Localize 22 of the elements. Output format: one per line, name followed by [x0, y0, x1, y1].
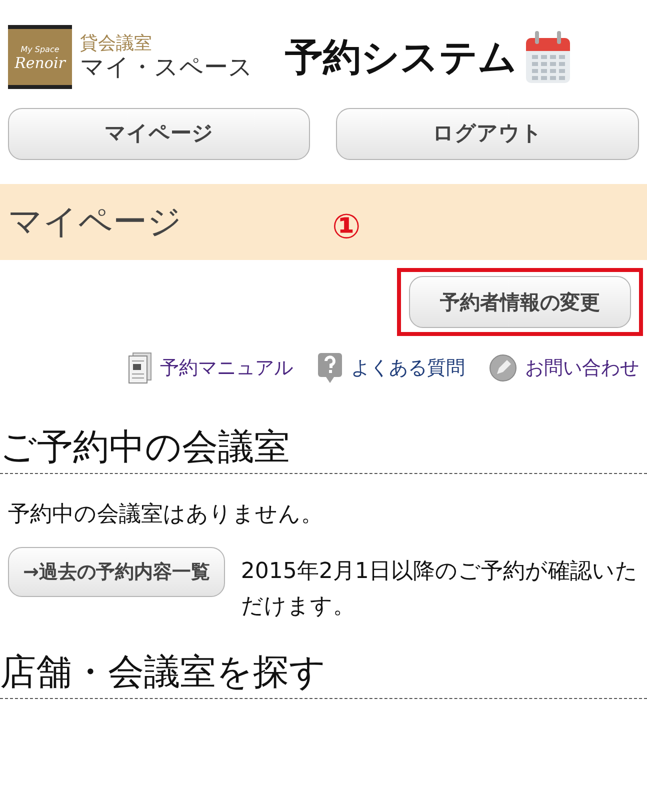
- question-icon: [317, 352, 343, 384]
- logo-text: My Space: [20, 44, 60, 56]
- section-heading: 店舗・会議室を探す: [0, 650, 327, 694]
- note-text: 2015年2月1日以降のご予約が確認いただけます。: [240, 558, 639, 622]
- nav-button[interactable]: ログアウト: [336, 108, 639, 160]
- help-link[interactable]: 予約マニュアル: [160, 354, 293, 382]
- document-icon: [128, 352, 152, 384]
- annotation-number: ①: [332, 206, 361, 248]
- page-header-title: 予約システム: [285, 34, 517, 80]
- site-name: マイ・スペース: [80, 54, 253, 80]
- empty-message: 予約中の会議室はありません。: [7, 501, 324, 530]
- section-heading: ご予約中の会議室: [0, 426, 291, 470]
- pencil-icon: [489, 354, 517, 382]
- help-link[interactable]: お問い合わせ: [525, 354, 639, 382]
- history-button[interactable]: →過去の予約内容一覧: [8, 547, 225, 598]
- help-link[interactable]: よくある質問: [351, 354, 465, 382]
- nav-button[interactable]: マイページ: [8, 108, 310, 160]
- profile-change-button[interactable]: 予約者情報の変更: [409, 276, 631, 328]
- logo-text: Renoir: [14, 56, 66, 70]
- page-title: マイページ: [8, 200, 182, 244]
- site-subtitle: 貸会議室: [80, 34, 153, 54]
- calendar-icon: [525, 30, 571, 84]
